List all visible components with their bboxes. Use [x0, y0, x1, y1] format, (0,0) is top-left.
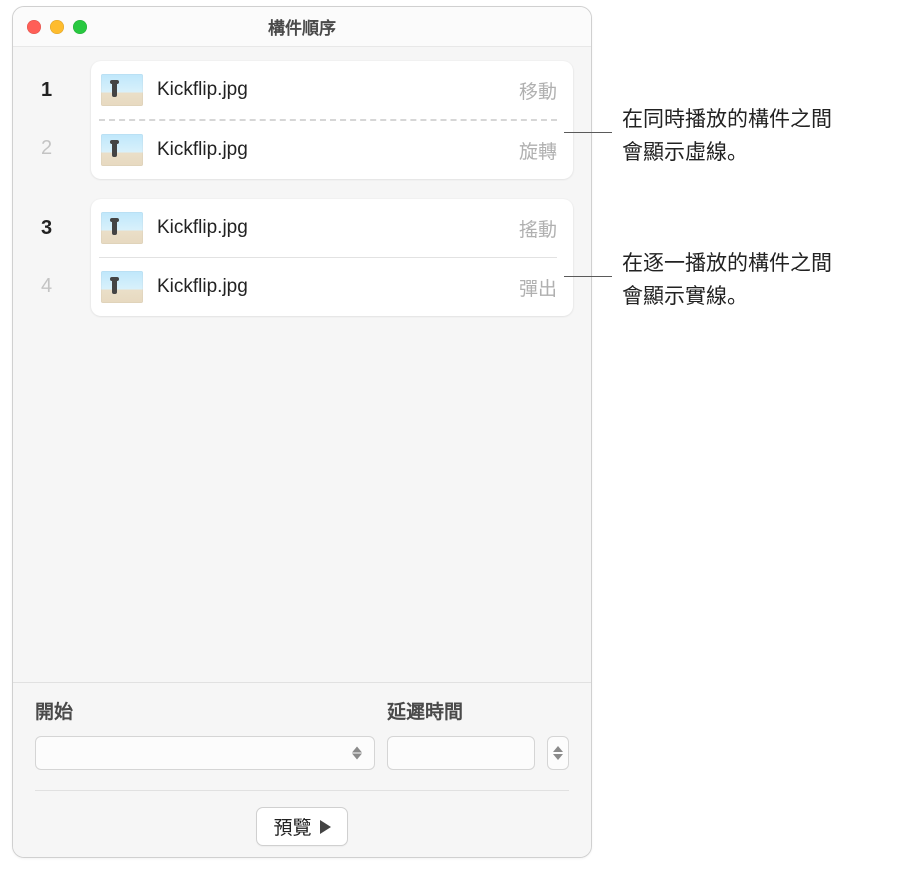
- thumbnail-icon: [101, 134, 143, 166]
- thumbnail-icon: [101, 212, 143, 244]
- row-effect: 移動: [519, 77, 557, 104]
- delay-label: 延遲時間: [387, 697, 569, 724]
- row-filename: Kickflip.jpg: [157, 139, 519, 161]
- build-row-item[interactable]: Kickflip.jpg 彈出: [91, 258, 573, 316]
- build-row[interactable]: 1 2 Kickflip.jpg 移動 Kickflip.jpg 旋轉: [37, 61, 573, 199]
- build-group-sequential: Kickflip.jpg 搖動 Kickflip.jpg 彈出: [91, 199, 573, 316]
- divider: [35, 790, 569, 791]
- start-select[interactable]: [35, 736, 375, 770]
- callout-text: 在逐一播放的構件之間 會顯示實線。: [622, 248, 832, 313]
- traffic-lights: [27, 20, 87, 34]
- delay-stepper[interactable]: [547, 736, 569, 770]
- thumbnail-icon: [101, 271, 143, 303]
- row-effect: 彈出: [519, 274, 557, 301]
- minimize-icon[interactable]: [50, 20, 64, 34]
- zoom-icon[interactable]: [73, 20, 87, 34]
- row-filename: Kickflip.jpg: [157, 79, 519, 101]
- build-list: 1 2 Kickflip.jpg 移動 Kickflip.jpg 旋轉: [13, 47, 591, 682]
- build-row-item[interactable]: Kickflip.jpg 移動: [91, 61, 573, 119]
- stepper-down-icon[interactable]: [553, 754, 563, 760]
- window-title: 構件順序: [13, 14, 591, 39]
- row-index: 1: [37, 61, 91, 119]
- row-effect: 旋轉: [519, 137, 557, 164]
- build-order-window: 構件順序 1 2 Kickflip.jpg 移動 Kickf: [12, 6, 592, 858]
- row-filename: Kickflip.jpg: [157, 276, 519, 298]
- stepper-up-icon[interactable]: [553, 746, 563, 752]
- build-row[interactable]: 3 4 Kickflip.jpg 搖動 Kickflip.jpg 彈出: [37, 199, 573, 336]
- bottom-panel: 開始 延遲時間 預覽: [13, 682, 591, 858]
- row-filename: Kickflip.jpg: [157, 217, 519, 239]
- callout-line: [564, 276, 612, 277]
- callout-dashed: 在同時播放的構件之間 會顯示虛線。: [564, 100, 832, 165]
- row-index: 2: [37, 119, 91, 177]
- start-label: 開始: [35, 697, 375, 724]
- titlebar: 構件順序: [13, 7, 591, 47]
- preview-label: 預覽: [273, 813, 311, 840]
- row-index: 3: [37, 199, 91, 257]
- build-row-item[interactable]: Kickflip.jpg 搖動: [91, 199, 573, 257]
- build-row-item[interactable]: Kickflip.jpg 旋轉: [91, 121, 573, 179]
- callout-text: 在同時播放的構件之間 會顯示虛線。: [622, 104, 832, 169]
- play-icon: [320, 820, 331, 834]
- close-icon[interactable]: [27, 20, 41, 34]
- delay-input[interactable]: [387, 736, 535, 770]
- callout-solid: 在逐一播放的構件之間 會顯示實線。: [564, 244, 832, 309]
- row-effect: 搖動: [519, 215, 557, 242]
- preview-button[interactable]: 預覽: [256, 807, 347, 846]
- row-index: 4: [37, 257, 91, 315]
- callout-line: [564, 132, 612, 133]
- thumbnail-icon: [101, 74, 143, 106]
- build-group-simultaneous: Kickflip.jpg 移動 Kickflip.jpg 旋轉: [91, 61, 573, 179]
- chevron-updown-icon: [352, 747, 368, 760]
